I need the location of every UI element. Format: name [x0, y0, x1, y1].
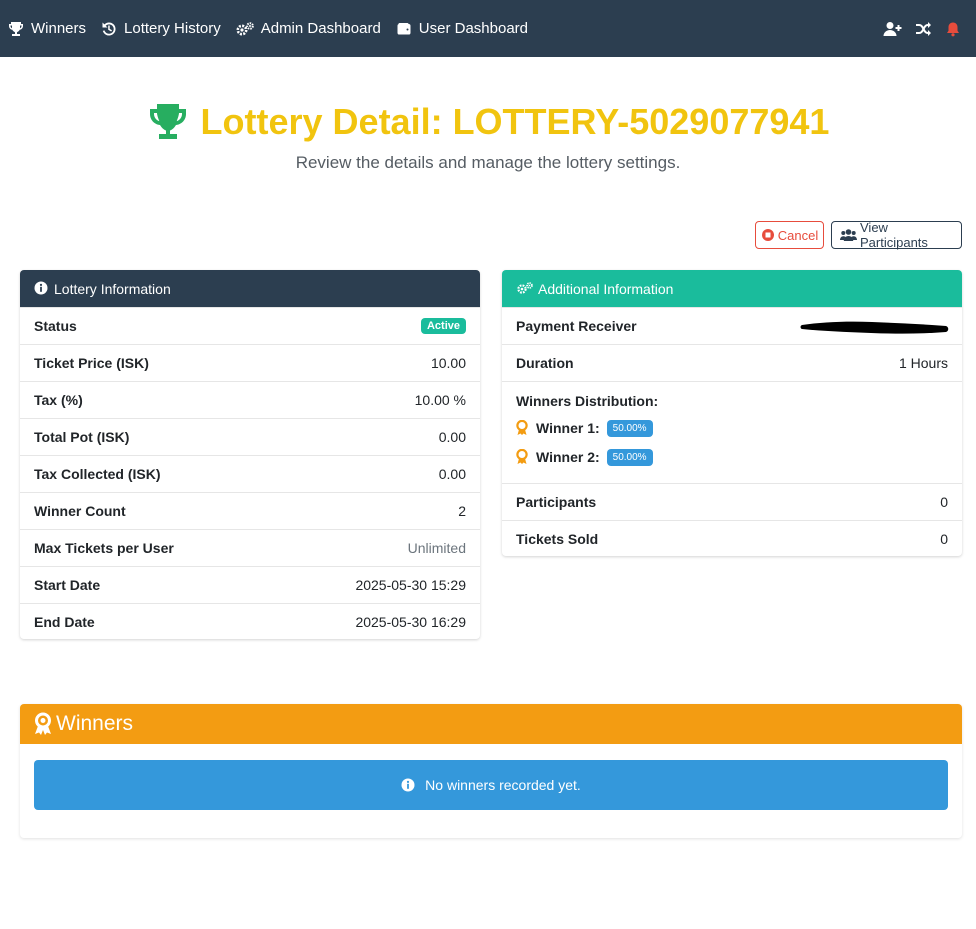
- row-label: Status: [34, 318, 77, 334]
- lottery-information-header: Lottery Information: [20, 270, 480, 307]
- info-row-tickets-sold: Tickets Sold 0: [502, 520, 962, 556]
- row-value: 2025-05-30 16:29: [355, 614, 466, 630]
- nav-user-dashboard[interactable]: User Dashboard: [395, 0, 528, 57]
- no-winners-alert: No winners recorded yet.: [34, 760, 948, 810]
- info-row-end-date: End Date 2025-05-30 16:29: [20, 603, 480, 639]
- info-row-duration: Duration 1 Hours: [502, 344, 962, 381]
- row-label: Tickets Sold: [516, 531, 599, 547]
- nav-admin-dashboard[interactable]: Admin Dashboard: [235, 0, 381, 57]
- row-label: End Date: [34, 614, 95, 630]
- row-value: 2025-05-30 15:29: [355, 577, 466, 593]
- view-participants-button[interactable]: View Participants: [831, 220, 962, 250]
- row-value: 1 Hours: [898, 355, 948, 371]
- row-label: Max Tickets per User: [34, 540, 174, 556]
- distribution-winner-label: Winner 1:: [536, 420, 600, 436]
- row-value: 10.00: [430, 355, 466, 371]
- info-row-tax-collected: Tax Collected (ISK) 0.00: [20, 455, 480, 492]
- winners-header: Winners: [20, 704, 962, 744]
- row-label: Duration: [516, 355, 574, 371]
- row-label: Start Date: [34, 577, 101, 593]
- users-icon: [840, 228, 857, 242]
- history-icon: [100, 20, 118, 38]
- cogs-icon: [516, 281, 534, 297]
- user-plus-icon[interactable]: [882, 18, 904, 40]
- row-label: Ticket Price (ISK): [34, 355, 149, 371]
- row-value: 0.00: [438, 429, 466, 445]
- winners-card: Winners No winners recorded yet.: [20, 704, 962, 838]
- distribution-pct-badge: 50.00%: [606, 419, 653, 437]
- row-value: 0: [940, 531, 948, 547]
- info-row-payment-receiver: Payment Receiver: [502, 307, 962, 344]
- award-icon: [516, 449, 530, 465]
- page-title: Lottery Detail: LOTTERY-5029077941: [147, 98, 830, 146]
- no-winners-message: No winners recorded yet.: [425, 777, 581, 793]
- wallet-icon: [395, 20, 413, 38]
- shuffle-icon[interactable]: [912, 18, 934, 40]
- redacted-value: [800, 321, 949, 334]
- cancel-button[interactable]: Cancel: [755, 221, 824, 249]
- info-row-total-pot: Total Pot (ISK) 0.00: [20, 418, 480, 455]
- lottery-information-card: Lottery Information Status Active Ticket…: [20, 270, 480, 639]
- nav-winners-label: Winners: [31, 20, 87, 37]
- nav-winners[interactable]: Winners: [7, 0, 86, 57]
- stop-circle-icon: [761, 228, 775, 242]
- page-title-text: Lottery Detail: LOTTERY-5029077941: [200, 101, 830, 142]
- winners-distribution: Winners Distribution: Winner 1: 50.00% W…: [502, 381, 962, 483]
- row-label: Payment Receiver: [516, 318, 637, 334]
- info-row-status: Status Active: [20, 307, 480, 344]
- info-row-start-date: Start Date 2025-05-30 15:29: [20, 566, 480, 603]
- row-label: Tax (%): [34, 392, 83, 408]
- info-row-max-tickets: Max Tickets per User Unlimited: [20, 529, 480, 566]
- trophy-icon: [7, 20, 25, 38]
- lottery-information-title: Lottery Information: [54, 280, 171, 297]
- award-icon: [516, 420, 530, 436]
- info-row-ticket-price: Ticket Price (ISK) 10.00: [20, 344, 480, 381]
- nav-user-dashboard-label: User Dashboard: [418, 20, 529, 37]
- nav-lottery-history[interactable]: Lottery History: [100, 0, 221, 57]
- distribution-pct-badge: 50.00%: [606, 448, 653, 466]
- row-value: 0.00: [438, 466, 466, 482]
- distribution-winner-label: Winner 2:: [536, 449, 600, 465]
- row-value: 2: [458, 503, 466, 519]
- page-subtitle: Review the details and manage the lotter…: [295, 153, 681, 172]
- row-value: 0: [940, 494, 948, 510]
- nav-lottery-history-label: Lottery History: [124, 20, 221, 37]
- winners-title: Winners: [56, 712, 134, 735]
- row-label: Participants: [516, 494, 597, 510]
- row-label: Total Pot (ISK): [34, 429, 130, 445]
- view-participants-label: View Participants: [860, 220, 928, 250]
- page-header: Lottery Detail: LOTTERY-5029077941 Revie…: [0, 98, 976, 173]
- info-circle-icon: [34, 281, 50, 297]
- navbar: Winners Lottery History Admin Dashboard …: [0, 0, 976, 57]
- info-row-participants: Participants 0: [502, 483, 962, 520]
- trophy-icon: [147, 102, 189, 142]
- cogs-icon: [235, 20, 255, 38]
- additional-information-title: Additional Information: [538, 280, 674, 297]
- info-row-tax: Tax (%) 10.00 %: [20, 381, 480, 418]
- winners-distribution-title: Winners Distribution:: [516, 393, 659, 409]
- bell-icon[interactable]: [942, 18, 964, 40]
- row-label: Winner Count: [34, 503, 126, 519]
- row-label: Tax Collected (ISK): [34, 466, 161, 482]
- award-icon: [33, 712, 53, 736]
- row-value: Unlimited: [407, 540, 466, 556]
- row-value: 10.00 %: [414, 392, 466, 408]
- nav-admin-dashboard-label: Admin Dashboard: [260, 20, 381, 37]
- info-row-winner-count: Winner Count 2: [20, 492, 480, 529]
- distribution-winner-1: Winner 1: 50.00%: [516, 418, 948, 438]
- info-circle-icon: [401, 778, 415, 792]
- distribution-winner-2: Winner 2: 50.00%: [516, 447, 948, 467]
- status-badge: Active: [420, 318, 466, 334]
- additional-information-header: Additional Information: [502, 270, 962, 307]
- additional-information-card: Additional Information Payment Receiver …: [502, 270, 962, 556]
- cancel-button-label: Cancel: [777, 227, 819, 243]
